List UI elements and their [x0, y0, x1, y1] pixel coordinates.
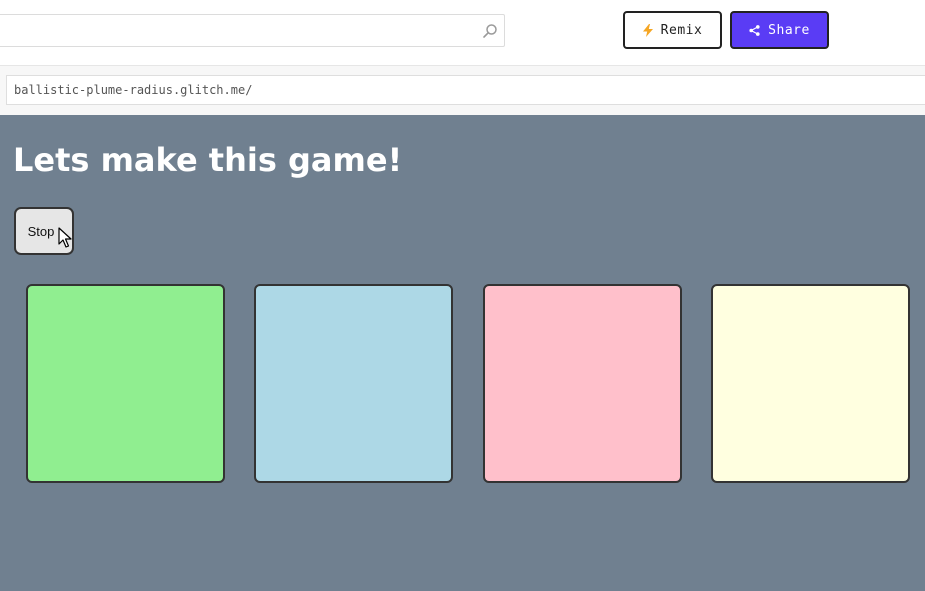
- color-tile-green[interactable]: [26, 284, 225, 483]
- page-title: Lets make this game!: [13, 141, 403, 179]
- url-field[interactable]: ballistic-plume-radius.glitch.me/: [6, 75, 925, 105]
- share-button[interactable]: Share: [730, 11, 829, 49]
- share-icon: [749, 24, 760, 36]
- share-label: Share: [768, 22, 810, 38]
- color-tile-yellow[interactable]: [711, 284, 910, 483]
- game-app-preview: Lets make this game! Stop: [0, 115, 925, 591]
- remix-label: Remix: [660, 22, 703, 38]
- stop-label: Stop: [27, 223, 55, 239]
- editor-topbar: Remix Share: [0, 0, 925, 66]
- mouse-cursor-icon: [58, 227, 72, 248]
- search-icon: [483, 24, 497, 38]
- remix-button[interactable]: Remix: [623, 11, 722, 49]
- lightning-icon: [642, 23, 653, 37]
- search-input[interactable]: [0, 14, 505, 47]
- color-tile-pink[interactable]: [483, 284, 682, 483]
- preview-address-bar: ballistic-plume-radius.glitch.me/: [0, 66, 925, 115]
- color-tile-blue[interactable]: [254, 284, 453, 483]
